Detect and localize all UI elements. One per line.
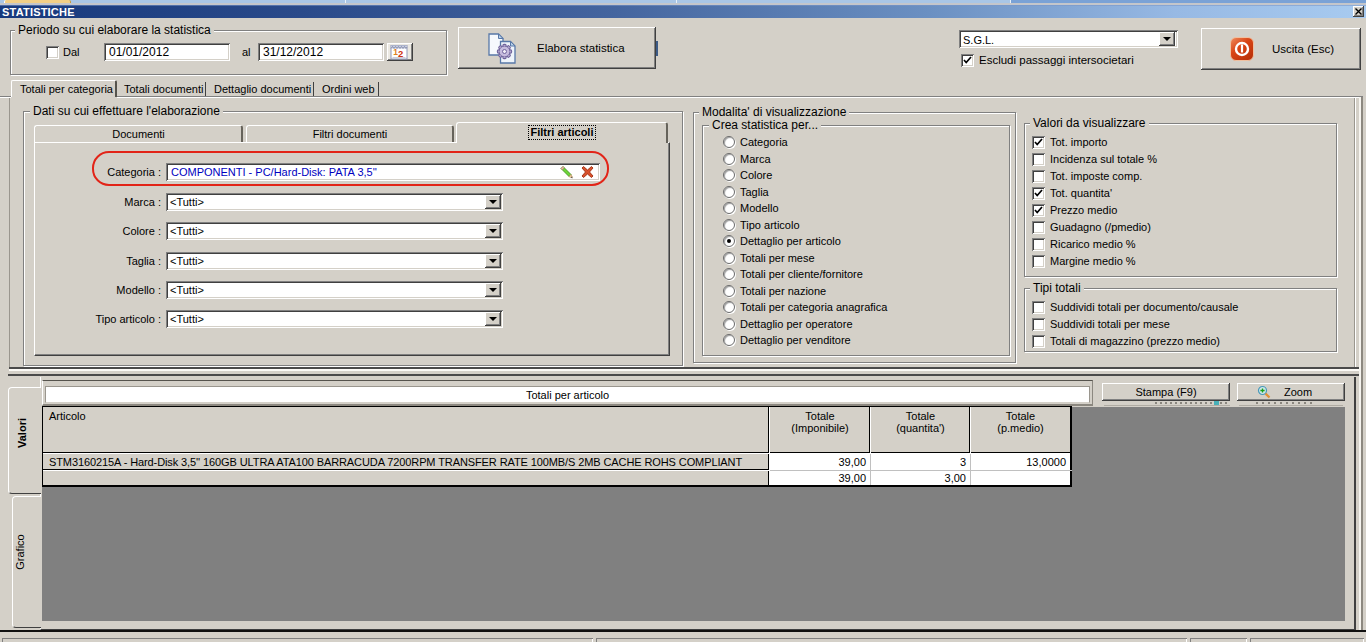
svg-text:2: 2: [398, 48, 403, 59]
